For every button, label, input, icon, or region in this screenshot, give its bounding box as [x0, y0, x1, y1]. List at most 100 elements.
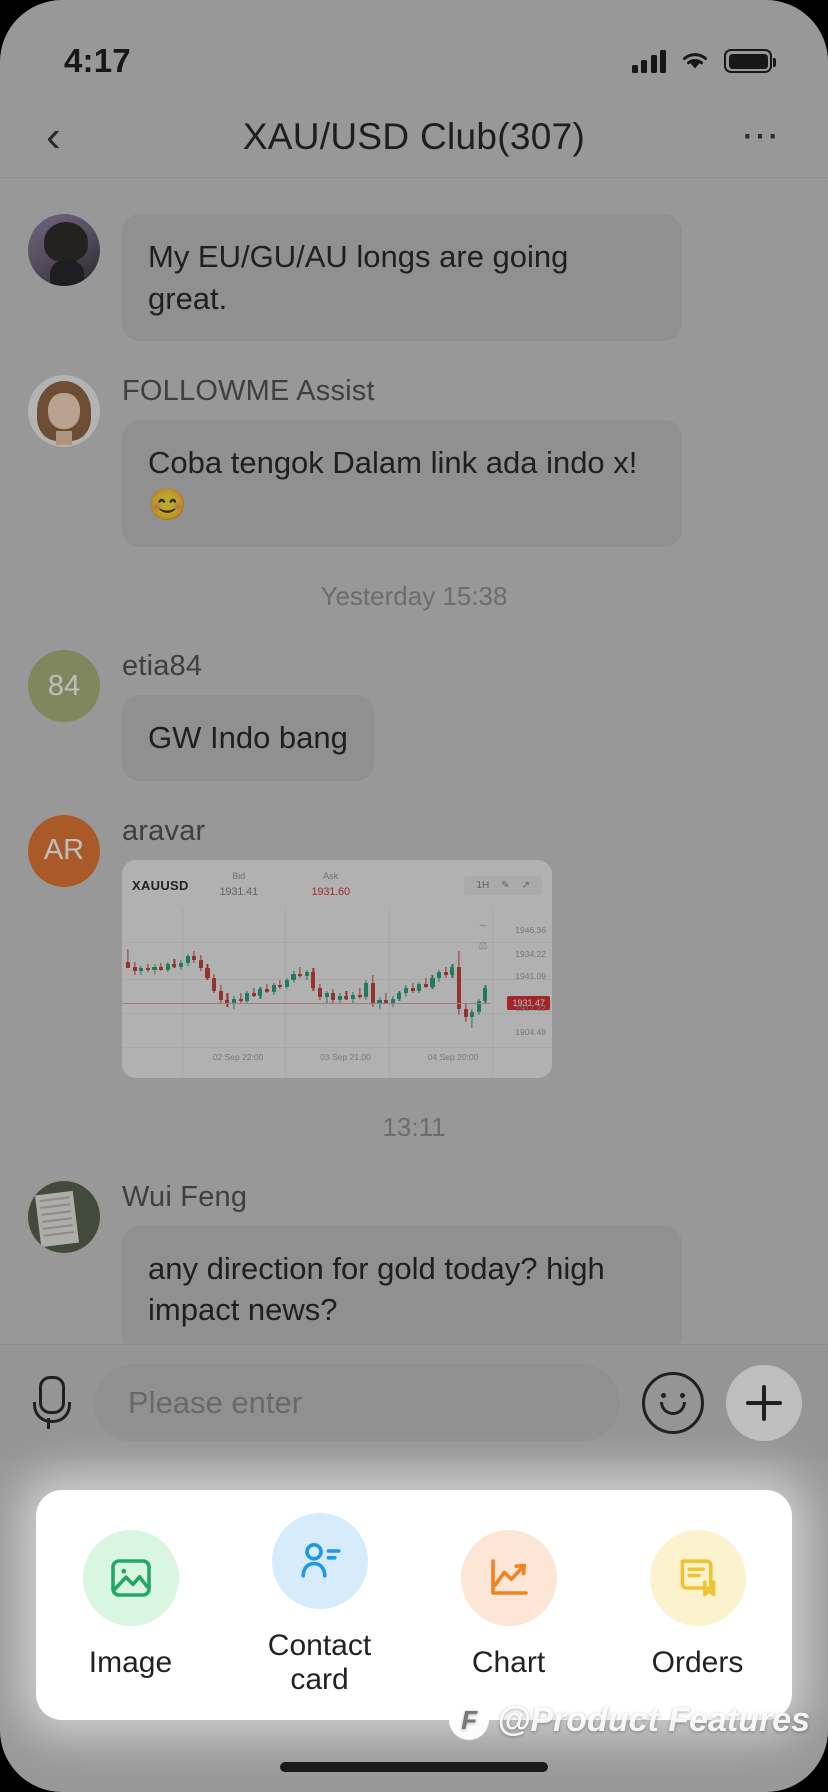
message-bubble[interactable]: any direction for gold today? high impac…: [122, 1225, 682, 1353]
chart-candlesticks: [126, 912, 490, 1044]
image-icon[interactable]: [82, 1530, 179, 1626]
candlestick: [351, 912, 356, 1044]
chart-ask-label: Ask: [323, 870, 339, 881]
chart-timeframe-label[interactable]: 1H: [476, 880, 489, 891]
message-bubble[interactable]: My EU/GU/AU longs are going great.: [122, 214, 682, 342]
chat-message: My EU/GU/AU longs are going great.: [28, 214, 800, 342]
candlestick: [304, 912, 309, 1044]
avatar[interactable]: [28, 1180, 100, 1253]
status-bar: 4:17: [0, 0, 828, 96]
wifi-icon: [683, 53, 707, 69]
candlestick: [278, 912, 283, 1044]
candlestick: [245, 912, 250, 1044]
microphone-icon[interactable]: [26, 1374, 72, 1432]
day-divider-timestamp: Yesterday 15:38: [320, 581, 508, 612]
chart-y-tick: 1946.36: [515, 925, 546, 936]
chart-current-price-line: [122, 1002, 490, 1004]
candlestick: [370, 912, 375, 1044]
candlestick: [212, 912, 217, 1044]
message-sender-name: etia84: [122, 650, 203, 683]
smiley-face-icon[interactable]: [642, 1371, 704, 1434]
crosshair-icon[interactable]: ∼: [478, 916, 488, 937]
contact-card-icon[interactable]: [271, 1513, 368, 1609]
candlestick: [344, 912, 349, 1044]
candlestick: [145, 912, 150, 1044]
candlestick: [231, 912, 236, 1044]
candlestick: [317, 912, 323, 1044]
candlestick: [384, 912, 389, 1044]
chat-message: FOLLOWME Assist Coba tengok Dalam link a…: [28, 375, 800, 548]
candlestick: [403, 912, 409, 1044]
candlestick: [470, 912, 475, 1044]
status-bar-indicators: [631, 49, 776, 73]
message-sender-name: Wui Feng: [122, 1180, 248, 1213]
chart-header: XAUUSD Bid 1931.41 Ask 1931.60 1H ✎ ↗: [122, 868, 552, 906]
candlestick: [298, 912, 303, 1044]
message-bubble[interactable]: Coba tengok Dalam link ada indo x! 😊: [122, 420, 682, 548]
message-sender-name: aravar: [122, 814, 206, 847]
candlestick: [390, 912, 395, 1044]
candlestick: [218, 912, 223, 1044]
candlestick: [165, 912, 170, 1044]
home-indicator: [280, 1762, 548, 1772]
candlestick: [311, 912, 316, 1044]
indicator-icon[interactable]: ↗: [522, 880, 530, 891]
message-bubble[interactable]: GW Indo bang: [122, 695, 374, 781]
chat-message: AR aravar XAUUSD Bid 1931.41 Ask 1931.60: [28, 814, 800, 1078]
chart-ask-quote: Ask 1931.60: [289, 870, 373, 900]
candlestick: [238, 912, 243, 1044]
candlestick: [331, 912, 336, 1044]
candlestick: [172, 912, 177, 1044]
status-bar-time: 4:17: [64, 42, 131, 79]
draw-tool-icon[interactable]: ✎: [501, 880, 509, 891]
more-options-button[interactable]: ⋯: [728, 117, 782, 155]
chart-symbol: XAUUSD: [132, 878, 189, 894]
attach-item-contact-card[interactable]: Contact card: [240, 1513, 400, 1697]
candlestick: [397, 912, 402, 1044]
chat-message: 84 etia84 GW Indo bang: [28, 650, 800, 781]
candlestick: [159, 912, 164, 1044]
chart-y-axis: 1946.36 1934.22 1941.09 1917.22 1904.48: [490, 912, 548, 1046]
candlestick: [417, 912, 422, 1044]
nav-bar: ‹ XAU/USD Club(307) ⋯: [0, 96, 828, 178]
chat-message-list[interactable]: My EU/GU/AU longs are going great. FOLLO…: [0, 178, 828, 1392]
candlestick: [132, 912, 137, 1044]
candlestick: [410, 912, 415, 1044]
avatar[interactable]: 84: [28, 650, 100, 723]
avatar[interactable]: [28, 375, 100, 448]
chart-y-tick: 1941.09: [515, 970, 546, 981]
avatar[interactable]: [28, 214, 100, 286]
chart-y-tick: 1917.22: [515, 1003, 546, 1014]
followme-logo-icon: F: [449, 1700, 490, 1740]
candlestick: [463, 912, 468, 1044]
message-input-bar: Please enter: [0, 1344, 828, 1460]
chart-x-tick: 03 Sep 21:00: [320, 1051, 371, 1062]
plus-icon[interactable]: [726, 1364, 802, 1441]
attach-item-image[interactable]: Image: [51, 1530, 211, 1680]
candlestick: [377, 912, 382, 1044]
candlestick: [284, 912, 289, 1044]
attach-item-chart[interactable]: Chart: [429, 1530, 589, 1680]
message-body: Wui Feng any direction for gold today? h…: [122, 1181, 682, 1353]
chart-bid-quote: Bid 1931.41: [197, 871, 281, 900]
line-chart-icon[interactable]: [460, 1530, 557, 1626]
chart-x-axis: 02 Sep 22:00 03 Sep 21:00 04 Sep 20:00: [122, 1052, 552, 1072]
message-input[interactable]: Please enter: [94, 1363, 620, 1442]
back-button[interactable]: ‹: [46, 114, 100, 159]
candlestick: [357, 912, 362, 1044]
chart-toolbar[interactable]: 1H ✎ ↗: [464, 876, 542, 896]
candlestick: [205, 912, 210, 1044]
attach-item-orders[interactable]: Orders: [618, 1530, 778, 1680]
candlestick: [271, 912, 276, 1044]
chart-y-tick: 1904.48: [515, 1027, 546, 1038]
avatar[interactable]: AR: [28, 814, 100, 887]
chart-plot-area: 1931.47 ∼ ⚖ 1946.36 1934.22 1941.09 1917.22…: [122, 907, 552, 1078]
orders-doc-icon[interactable]: [649, 1530, 746, 1626]
battery-icon: [724, 49, 776, 73]
candlestick: [337, 912, 342, 1044]
watermark: F @Product Features: [449, 1700, 810, 1740]
trading-chart-card[interactable]: XAUUSD Bid 1931.41 Ask 1931.60 1H ✎ ↗ 19…: [122, 859, 552, 1078]
magnet-icon[interactable]: ⚖: [478, 936, 488, 957]
candlestick: [152, 912, 157, 1044]
chart-side-icons[interactable]: ∼ ⚖: [478, 916, 488, 958]
